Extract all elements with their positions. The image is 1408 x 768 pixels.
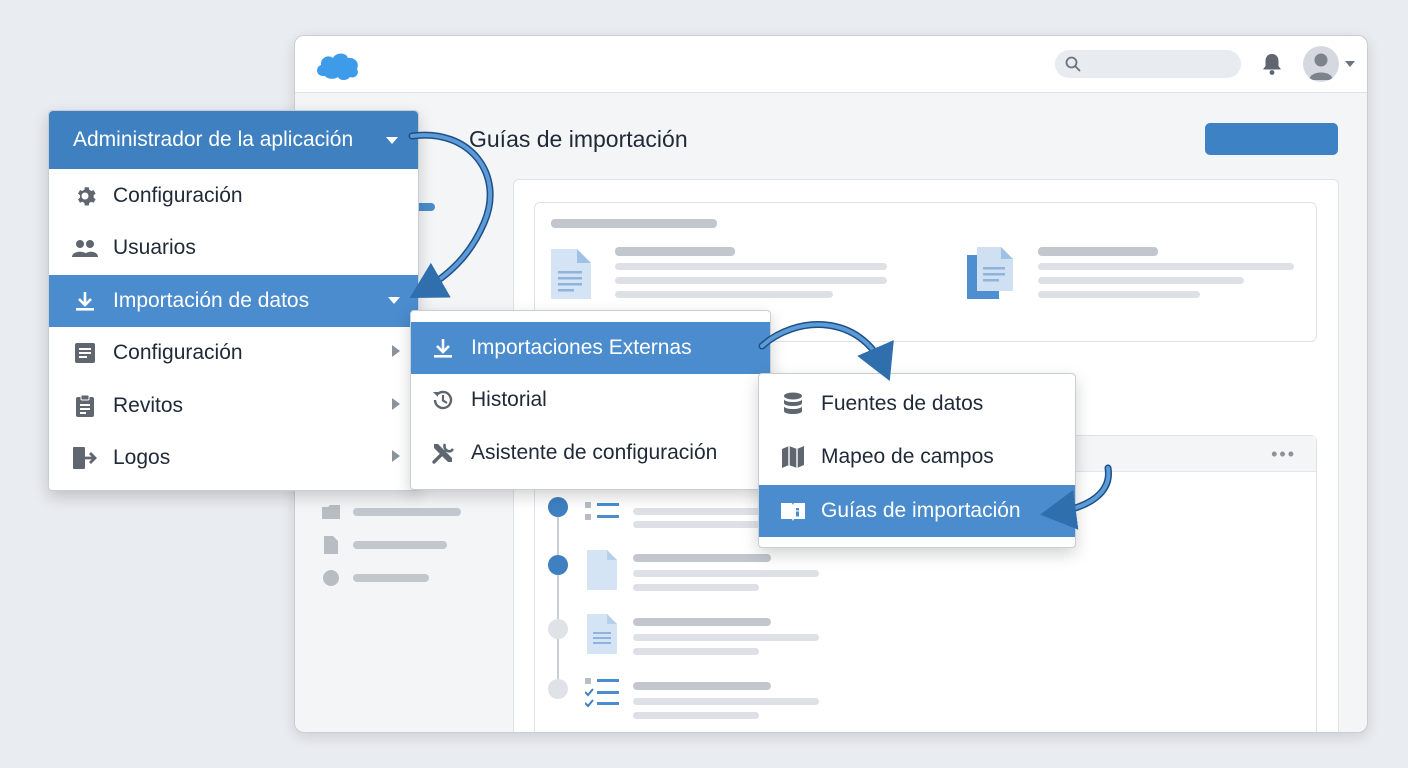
file-icon: [587, 550, 617, 590]
admin-menu: Administrador de la aplicación Configura…: [48, 110, 419, 491]
card-heading-placeholder: [551, 219, 717, 228]
tools-icon: [429, 439, 457, 467]
admin-menu-item-configuracion-2[interactable]: Configuración: [49, 327, 418, 379]
item-title-placeholder: [1038, 247, 1158, 256]
menu-item-label: Configuración: [113, 184, 243, 207]
bell-icon[interactable]: [1261, 52, 1283, 76]
menu-item-label: Importación de datos: [113, 289, 310, 312]
menu-item-label: Fuentes de datos: [821, 392, 984, 415]
row-title-placeholder: [633, 682, 771, 690]
item-text-placeholder: [1038, 277, 1244, 284]
timeline-line: [557, 498, 559, 688]
nav-placeholder: [353, 574, 429, 582]
caret-down-icon: [388, 297, 400, 304]
admin-menu-header[interactable]: Administrador de la aplicación: [49, 111, 418, 169]
list-card-icon: [71, 339, 99, 367]
search-input[interactable]: [1055, 50, 1241, 78]
page-title: Guías de importación: [469, 126, 688, 152]
sign-out-icon: [71, 444, 99, 472]
map-icon: [779, 443, 807, 471]
chevron-right-icon: [392, 450, 400, 462]
admin-menu-item-configuracion[interactable]: Configuración: [49, 170, 418, 222]
download-icon: [71, 287, 99, 315]
import-submenu: Importaciones Externas Historial Asisten…: [410, 310, 771, 490]
timeline-dot: [548, 619, 568, 639]
gear-icon: [71, 182, 99, 210]
admin-menu-item-usuarios[interactable]: Usuarios: [49, 222, 418, 274]
external-submenu-item-guias[interactable]: Guías de importación: [759, 485, 1075, 537]
circle-icon: [323, 570, 339, 586]
import-submenu-item-asistente[interactable]: Asistente de configuración: [411, 427, 770, 479]
menu-item-label: Logos: [113, 446, 171, 469]
admin-menu-item-revitos[interactable]: Revitos: [49, 380, 418, 432]
clipboard-icon: [71, 392, 99, 420]
row-text-placeholder: [633, 634, 819, 641]
item-text-placeholder: [1038, 291, 1200, 298]
checklist-icon: [585, 678, 619, 708]
database-icon: [779, 390, 807, 418]
menu-item-label: Configuración: [113, 341, 243, 364]
history-icon: [429, 386, 457, 414]
row-title-placeholder: [633, 618, 771, 626]
chevron-down-icon[interactable]: [1345, 61, 1355, 67]
menu-item-label: Historial: [471, 388, 547, 411]
cloud-logo-icon[interactable]: [313, 48, 361, 82]
documents-icon[interactable]: [965, 245, 1015, 301]
admin-menu-item-logos[interactable]: Logos: [49, 432, 418, 484]
nav-placeholder: [353, 508, 461, 516]
top-bar: [295, 36, 1367, 93]
row-text-placeholder: [633, 570, 819, 577]
download-icon: [429, 334, 457, 362]
item-text-placeholder: [615, 291, 833, 298]
menu-item-label: Mapeo de campos: [821, 445, 994, 468]
file-icon: [324, 536, 338, 554]
users-icon: [71, 234, 99, 262]
row-text-placeholder: [633, 584, 759, 591]
nav-placeholder: [353, 541, 447, 549]
timeline-dot: [548, 555, 568, 575]
admin-menu-item-importacion[interactable]: Importación de datos: [49, 275, 418, 327]
item-title-placeholder: [615, 247, 735, 256]
row-text-placeholder: [633, 712, 759, 719]
row-text-placeholder: [633, 698, 819, 705]
chevron-right-icon: [392, 398, 400, 410]
user-avatar-icon[interactable]: [1303, 46, 1339, 82]
caret-down-icon: [386, 137, 398, 144]
info-book-icon: [779, 497, 807, 525]
item-text-placeholder: [615, 263, 887, 270]
more-options-icon[interactable]: •••: [1271, 444, 1296, 465]
row-text-placeholder: [633, 648, 759, 655]
timeline-dot: [548, 497, 568, 517]
chevron-right-icon: [392, 345, 400, 357]
menu-item-label: Asistente de configuración: [471, 441, 718, 464]
external-submenu-item-mapeo[interactable]: Mapeo de campos: [759, 431, 1075, 483]
item-text-placeholder: [615, 277, 887, 284]
primary-action-button[interactable]: [1205, 123, 1338, 155]
row-text-placeholder: [633, 508, 765, 515]
import-submenu-item-historial[interactable]: Historial: [411, 374, 770, 426]
item-text-placeholder: [1038, 263, 1294, 270]
timeline-dot: [548, 679, 568, 699]
menu-item-label: Revitos: [113, 394, 184, 417]
menu-item-label: Guías de importación: [821, 499, 1021, 522]
stage: Guías de importación ••• Administrador d…: [0, 0, 1408, 768]
document-icon: [587, 614, 617, 654]
document-icon[interactable]: [549, 247, 593, 301]
external-submenu-item-fuentes[interactable]: Fuentes de datos: [759, 378, 1075, 430]
external-submenu: Fuentes de datos Mapeo de campos Guías d…: [758, 373, 1076, 548]
admin-menu-title: Administrador de la aplicación: [73, 128, 354, 151]
import-submenu-item-externas[interactable]: Importaciones Externas: [411, 322, 770, 374]
checklist-icon: [585, 502, 619, 520]
menu-item-label: Importaciones Externas: [471, 336, 692, 359]
menu-item-label: Usuarios: [113, 236, 196, 259]
search-icon: [1065, 56, 1081, 72]
folder-icon: [322, 505, 340, 519]
row-title-placeholder: [633, 554, 771, 562]
